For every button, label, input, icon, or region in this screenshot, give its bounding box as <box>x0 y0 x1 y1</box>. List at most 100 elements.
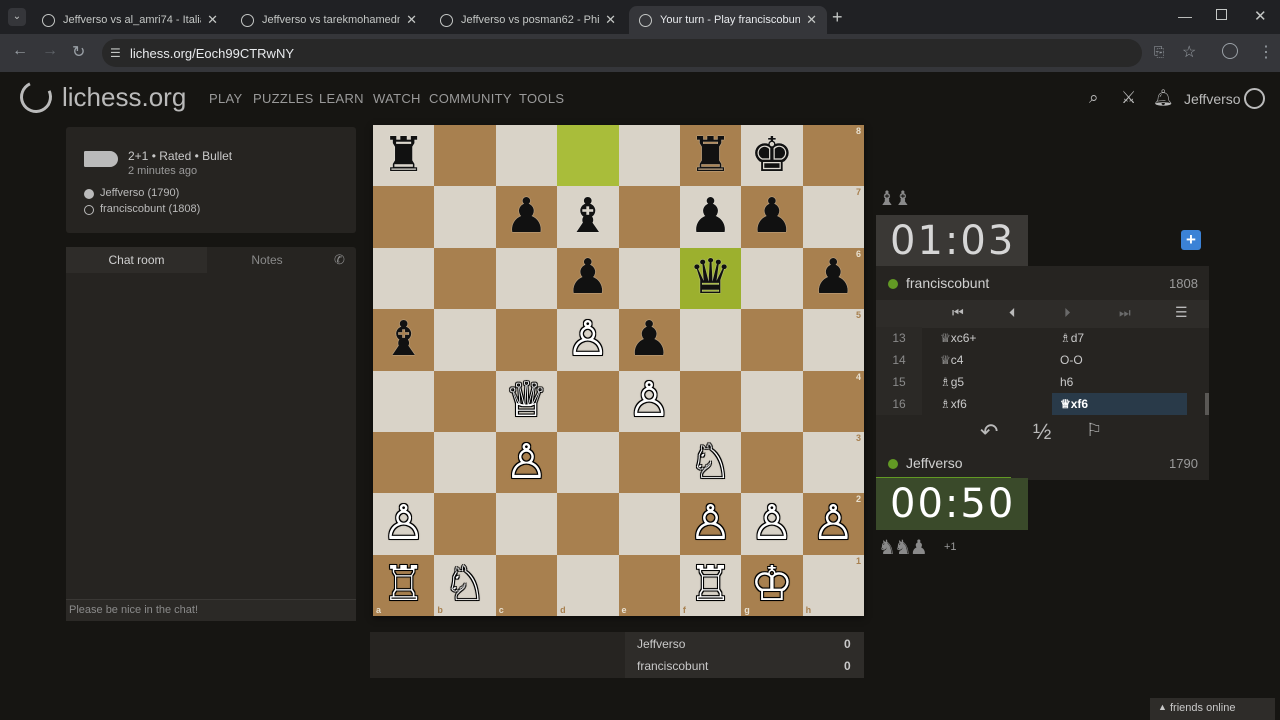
close-icon[interactable]: ✕ <box>207 12 218 28</box>
nav-tools[interactable]: TOOLS <box>519 91 564 106</box>
bookmark-star-icon[interactable]: ☆ <box>1182 42 1196 62</box>
give-time-icon[interactable]: + <box>1181 230 1201 250</box>
black-move[interactable]: h6 <box>1052 371 1187 393</box>
square-f2[interactable]: ♙ <box>679 493 742 555</box>
piece-d6[interactable]: ♟ <box>566 254 609 302</box>
square-d8[interactable] <box>557 125 619 187</box>
square-d4[interactable] <box>557 370 619 432</box>
chess-board[interactable]: ♜ ♜ ♚ 8 ♟ ♝ ♟ ♟ 7 ♟ ♛ ♟ 6 ♝ ♙ ♟ 5 ♕ ♙ 4 ♙ ♘ 3 ♙ ♙ ♙ ♙ 2 ♖ a ♘ b c d e ♖ f ♔ g 1… <box>373 125 864 616</box>
friends-online-button[interactable]: ▲ friends online <box>1150 698 1275 720</box>
back-icon[interactable]: ← <box>12 42 28 60</box>
square-a7[interactable] <box>373 186 435 248</box>
window-close-icon[interactable]: ✕ <box>1254 7 1267 25</box>
piece-g1[interactable]: ♔ <box>750 561 793 609</box>
square-a1[interactable]: ♖ a <box>373 554 435 616</box>
square-g3[interactable] <box>741 431 803 494</box>
search-icon[interactable]: ⌕ <box>1089 88 1099 108</box>
square-c7[interactable]: ♟ <box>495 186 558 248</box>
square-f1[interactable]: ♖ f <box>679 554 742 616</box>
square-a5[interactable]: ♝ <box>373 309 435 371</box>
piece-g2[interactable]: ♙ <box>750 499 793 548</box>
square-h3[interactable]: 3 <box>802 431 864 494</box>
square-e6[interactable] <box>618 247 680 310</box>
square-c3[interactable]: ♙ <box>495 431 558 494</box>
square-b6[interactable] <box>434 247 496 310</box>
piece-d5[interactable]: ♙ <box>566 315 609 364</box>
square-c8[interactable] <box>495 125 558 187</box>
square-g1[interactable]: ♔ g <box>741 554 803 616</box>
nav-play[interactable]: PLAY <box>209 91 242 106</box>
square-d6[interactable]: ♟ <box>557 247 619 310</box>
chat-input[interactable]: Please be nice in the chat! <box>66 599 356 621</box>
piece-f8[interactable]: ♜ <box>689 131 732 180</box>
nav-learn[interactable]: LEARN <box>319 91 364 106</box>
square-a4[interactable] <box>373 370 435 432</box>
piece-g8[interactable]: ♚ <box>750 131 793 180</box>
square-c4[interactable]: ♕ <box>495 370 558 432</box>
square-d5[interactable]: ♙ <box>557 309 619 371</box>
piece-e5[interactable]: ♟ <box>628 315 671 364</box>
bell-icon[interactable]: 🔔︎ <box>1153 88 1173 108</box>
nav-community[interactable]: COMMUNITY <box>429 91 512 106</box>
square-e7[interactable] <box>618 186 680 248</box>
square-e4[interactable]: ♙ <box>618 370 680 432</box>
takeback-icon[interactable]: ↶ <box>980 419 998 445</box>
square-f6[interactable]: ♛ <box>679 247 742 310</box>
square-b3[interactable] <box>434 431 496 494</box>
square-h1[interactable]: 1h <box>802 554 864 616</box>
piece-e4[interactable]: ♙ <box>628 377 671 425</box>
browser-tab-4[interactable]: Your turn - Play franciscobunt - ✕ <box>629 6 827 34</box>
square-g4[interactable] <box>741 370 803 432</box>
white-move[interactable]: ♗xf6 <box>922 397 1052 411</box>
piece-f7[interactable]: ♟ <box>689 193 732 241</box>
square-h4[interactable]: 4 <box>802 370 864 432</box>
piece-h2[interactable]: ♙ <box>812 499 855 548</box>
piece-a1[interactable]: ♖ <box>382 561 425 609</box>
piece-h6[interactable]: ♟ <box>812 254 855 302</box>
nav-puzzles[interactable]: PUZZLES <box>253 91 314 106</box>
url-input[interactable]: ☰ lichess.org/Eoch99CTRwNY <box>102 39 1142 67</box>
piece-c7[interactable]: ♟ <box>505 193 548 241</box>
last-move-icon[interactable]: ⏭ <box>1119 305 1131 321</box>
site-info-icon[interactable]: ☰ <box>110 46 121 60</box>
piece-c4[interactable]: ♕ <box>505 377 548 425</box>
voice-chat-icon[interactable]: ✆ <box>334 252 345 268</box>
piece-c3[interactable]: ♙ <box>505 438 548 487</box>
resign-flag-icon[interactable]: ⚐ <box>1086 420 1102 441</box>
black-move-current[interactable]: ♕xf6 <box>1052 393 1187 415</box>
square-c2[interactable] <box>495 493 558 555</box>
square-e3[interactable] <box>618 431 680 494</box>
close-icon[interactable]: ✕ <box>406 12 417 28</box>
white-move[interactable]: ♕c4 <box>922 353 1052 367</box>
piece-b1[interactable]: ♘ <box>444 561 487 609</box>
square-d2[interactable] <box>557 493 619 555</box>
white-move[interactable]: ♕xc6+ <box>922 331 1052 345</box>
square-f7[interactable]: ♟ <box>679 186 742 248</box>
square-e1[interactable]: e <box>618 554 680 616</box>
square-f4[interactable] <box>679 370 742 432</box>
square-h5[interactable]: 5 <box>802 309 864 371</box>
nav-watch[interactable]: WATCH <box>373 91 421 106</box>
square-a8[interactable]: ♜ <box>373 125 435 187</box>
square-e5[interactable]: ♟ <box>618 309 680 371</box>
square-f8[interactable]: ♜ <box>679 125 742 187</box>
square-b7[interactable] <box>434 186 496 248</box>
piece-a8[interactable]: ♜ <box>382 131 425 180</box>
piece-f6[interactable]: ♛ <box>689 254 732 302</box>
profile-icon[interactable] <box>1222 43 1238 59</box>
square-f5[interactable] <box>679 309 742 371</box>
close-icon[interactable]: ✕ <box>806 12 817 28</box>
square-g6[interactable] <box>741 247 803 310</box>
close-icon[interactable]: ✕ <box>605 12 616 28</box>
square-b4[interactable] <box>434 370 496 432</box>
new-tab-icon[interactable]: + <box>832 7 843 28</box>
square-g8[interactable]: ♚ <box>741 125 803 187</box>
black-move[interactable]: ♗d7 <box>1052 327 1187 349</box>
square-a2[interactable]: ♙ <box>373 493 435 555</box>
move-list-scrollbar[interactable] <box>1205 393 1209 415</box>
prev-move-icon[interactable]: ⏴ <box>1009 305 1016 321</box>
square-a3[interactable] <box>373 431 435 494</box>
player-name[interactable]: Jeffverso <box>906 455 963 471</box>
square-d3[interactable] <box>557 431 619 494</box>
crosstable-player-1[interactable]: Jeffverso <box>637 637 685 651</box>
